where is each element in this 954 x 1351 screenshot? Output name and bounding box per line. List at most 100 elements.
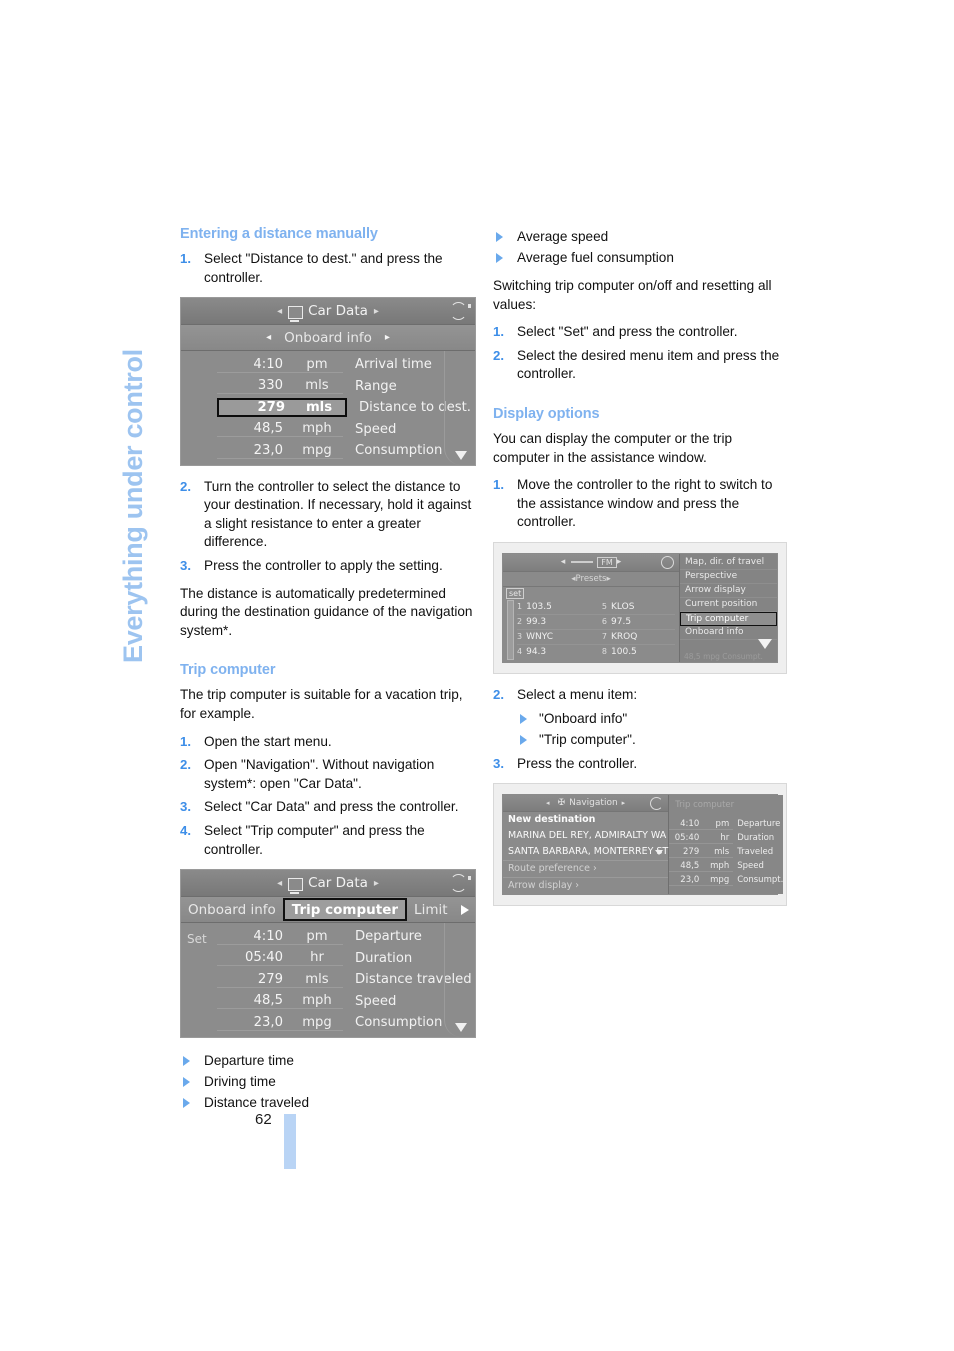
scroll-down-icon[interactable] — [455, 1022, 467, 1032]
table-row[interactable]: 279 mls Distance traveled — [181, 969, 475, 991]
figure-trip-computer: ◂ Car Data ▸ Onboard info Trip computer … — [180, 869, 476, 1038]
menu-choice-list: "Onboard info" "Trip computer". — [517, 708, 789, 750]
step-item: Move the controller to the right to swit… — [493, 476, 773, 530]
row-label: Speed — [355, 993, 397, 1009]
navigation-icon: ✠ — [557, 798, 566, 809]
idrive-titlebar: ◂ Car Data ▸ — [181, 870, 475, 898]
preset-number: 6 — [601, 616, 608, 626]
row-value: 23,0 — [669, 875, 704, 886]
nav-item-recent-destination[interactable]: MARINA DEL REY, ADMIRALTY WA — [503, 828, 668, 844]
right-column: Average speed Average fuel consumption S… — [493, 226, 789, 918]
menu-item-arrow-display[interactable]: Arrow display — [680, 584, 777, 598]
menu-item-trip-computer[interactable]: Trip computer — [680, 611, 777, 626]
row-label: Speed — [737, 861, 764, 872]
preset-row[interactable]: 4 94.3 8 100.5 — [517, 645, 675, 659]
screenshot-frame: ◂ FM ▸ ◂ Presets ▸ set 1 103.5 5 KLOS 2 … — [493, 541, 787, 674]
monitor-icon — [288, 305, 304, 322]
row-value: 23,0 — [217, 443, 291, 459]
page-marker-bar — [284, 1114, 296, 1169]
radio-pane: ◂ FM ▸ ◂ Presets ▸ set 1 103.5 5 KLOS 2 … — [503, 553, 679, 662]
scroll-down-icon[interactable] — [455, 450, 467, 460]
row-unit: mpg — [291, 1015, 343, 1031]
set-button[interactable]: Set — [187, 932, 207, 946]
idrive-rows: Set 4:10 pm Departure 05:40 hr Duration … — [181, 923, 475, 1037]
row-label: Consumption — [355, 443, 443, 459]
nav-item-recent-destination[interactable]: SANTA BARBARA, MONTERREY ST — [503, 844, 668, 860]
scrollbar[interactable] — [507, 599, 514, 660]
assistance-window-menu: Map, dir. of travel Perspective Arrow di… — [679, 553, 777, 662]
menu-item-map-dir-of-travel[interactable]: Map, dir. of travel — [680, 556, 777, 570]
row-unit: mpg — [291, 443, 343, 459]
tab-onboard-info[interactable]: Onboard info — [277, 330, 379, 346]
row-unit: mph — [703, 861, 734, 872]
row-value: 48,5 — [669, 861, 704, 872]
step-item: Open the start menu. — [180, 733, 332, 751]
controller-ring-icon — [450, 302, 471, 321]
table-row: 05:40 hr Duration — [669, 831, 783, 845]
tab-next-arrow-icon[interactable]: ▸ — [385, 332, 390, 343]
preset-label: KROQ — [611, 631, 638, 642]
table-row[interactable]: 330 mls Range — [181, 376, 475, 398]
row-value: 4:10 — [669, 819, 704, 830]
row-label: Speed — [355, 421, 397, 437]
table-row[interactable]: 05:40 hr Duration — [181, 948, 475, 970]
table-row[interactable]: 48,5 mph Speed — [181, 991, 475, 1013]
row-unit: mls — [291, 378, 343, 395]
row-unit: mph — [291, 993, 343, 1010]
nav-item-route-preference[interactable]: Route preference › — [503, 860, 669, 877]
menu-item-perspective[interactable]: Perspective — [680, 570, 777, 584]
list-trip-computer-values: Departure time Driving time Distance tra… — [180, 1050, 476, 1113]
navigation-header: ◂ ✠ Navigation ▸ — [503, 795, 669, 813]
row-label: Traveled — [737, 847, 774, 858]
set-button[interactable]: set — [506, 587, 525, 599]
left-arrow-icon: ◂ — [546, 799, 550, 808]
row-unit: hr — [703, 833, 734, 844]
tab-next-arrow-icon[interactable] — [455, 897, 475, 922]
step-item: Select "Distance to dest." and press the… — [180, 250, 443, 285]
tab-onboard-info[interactable]: Onboard info — [181, 897, 283, 922]
step-item: Press the controller. — [493, 755, 638, 773]
table-row[interactable]: 23,0 mpg Consumption — [181, 440, 475, 462]
row-value: 279 — [257, 400, 285, 416]
preset-row[interactable]: 3 WNYC 7 KROQ — [517, 630, 675, 645]
background-row-text: 48,5 mpg Consumpt. — [684, 651, 763, 661]
scroll-down-icon[interactable] — [655, 850, 664, 856]
idrive-split-screen: ◂ FM ▸ ◂ Presets ▸ set 1 103.5 5 KLOS 2 … — [502, 552, 778, 663]
table-row[interactable]: 4:10 pm Arrival time — [181, 354, 475, 376]
heading-display-options: Display options — [493, 405, 600, 422]
table-row[interactable]: 23,0 mpg Consumption — [181, 1012, 475, 1034]
row-value: 4:10 — [217, 929, 291, 945]
row-unit: pm — [703, 819, 734, 830]
list-item: "Trip computer". — [517, 729, 789, 750]
menu-item-onboard-info[interactable]: Onboard info — [680, 626, 777, 640]
step-item: Select "Trip computer" and press the con… — [180, 822, 425, 857]
table-row: 279 mls Traveled — [669, 845, 783, 859]
row-unit: mls — [305, 400, 333, 416]
row-unit: mls — [291, 972, 343, 988]
nav-item-arrow-display[interactable]: Arrow display › — [503, 877, 669, 894]
steps-switch-reset: Select "Set" and press the controller. S… — [493, 323, 789, 384]
preset-row[interactable]: 1 103.5 5 KLOS — [517, 600, 675, 615]
tab-trip-computer[interactable]: Trip computer — [282, 898, 408, 922]
scroll-down-icon[interactable] — [758, 638, 772, 649]
preset-row[interactable]: 2 99.3 6 97.5 — [517, 615, 675, 630]
row-value: 279 — [669, 847, 704, 858]
right-arrow-icon: ▸ — [616, 557, 622, 568]
preset-number: 7 — [601, 631, 608, 641]
left-arrow-icon: ◂ — [277, 877, 283, 889]
row-value: 4:10 — [217, 357, 291, 373]
menu-item-current-position[interactable]: Current position — [680, 598, 777, 612]
nav-item-new-destination[interactable]: New destination — [503, 812, 668, 828]
preset-number: 3 — [517, 631, 523, 641]
table-row[interactable]: 48,5 mph Speed — [181, 419, 475, 441]
tab-limit[interactable]: Limit — [407, 897, 454, 922]
idrive-tabbar: ◂ Onboard info ▸ — [181, 325, 475, 352]
step-item: Press the controller to apply the settin… — [180, 557, 443, 575]
table-row[interactable]: 4:10 pm Departure — [181, 926, 475, 948]
list-item: Driving time — [180, 1071, 476, 1092]
idrive-screen-trip-computer: ◂ Car Data ▸ Onboard info Trip computer … — [180, 869, 476, 1038]
tab-prev-arrow-icon[interactable]: ◂ — [266, 332, 271, 343]
controller-ring-icon — [661, 555, 674, 569]
screenshot-frame: ◂ ✠ Navigation ▸ New destination MARINA … — [493, 783, 787, 907]
table-row-selected[interactable]: 279 mls Distance to dest. — [181, 397, 475, 419]
